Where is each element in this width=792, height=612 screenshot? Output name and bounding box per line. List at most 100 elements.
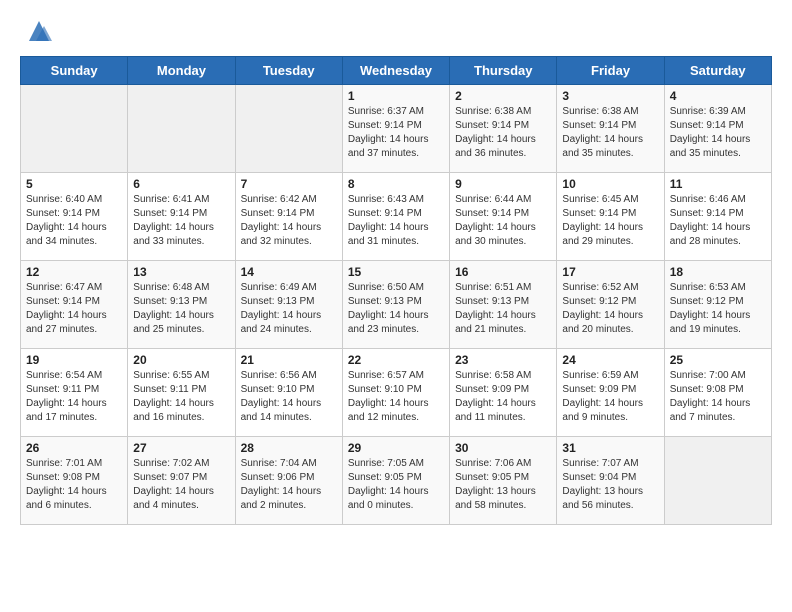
calendar-cell: 22 Sunrise: 6:57 AM Sunset: 9:10 PM Dayli…: [342, 349, 449, 437]
calendar-cell: 15 Sunrise: 6:50 AM Sunset: 9:13 PM Dayli…: [342, 261, 449, 349]
calendar-cell: 3 Sunrise: 6:38 AM Sunset: 9:14 PM Daylig…: [557, 85, 664, 173]
calendar-cell: 27 Sunrise: 7:02 AM Sunset: 9:07 PM Dayli…: [128, 437, 235, 525]
day-number: 8: [348, 177, 444, 191]
day-number: 11: [670, 177, 766, 191]
cell-text: Sunrise: 7:02 AM Sunset: 9:07 PM Dayligh…: [133, 457, 229, 513]
day-number: 10: [562, 177, 658, 191]
calendar-cell: 16Sunrise: 6:51 AM Sunset: 9:13 PM Dayli…: [450, 261, 557, 349]
cell-text: Sunrise: 7:04 AM Sunset: 9:06 PM Dayligh…: [241, 457, 337, 513]
calendar-cell: 24Sunrise: 6:59 AM Sunset: 9:09 PM Dayli…: [557, 349, 664, 437]
calendar-cell: 31 Sunrise: 7:07 AM Sunset: 9:04 PM Dayli…: [557, 437, 664, 525]
calendar-cell: 20 Sunrise: 6:55 AM Sunset: 9:11 PM Dayli…: [128, 349, 235, 437]
day-number: 25: [670, 353, 766, 367]
calendar-cell: 1Sunrise: 6:37 AM Sunset: 9:14 PM Daylig…: [342, 85, 449, 173]
cell-text: Sunrise: 6:41 AM Sunset: 9:14 PM Dayligh…: [133, 193, 229, 249]
day-number: 26: [26, 441, 122, 455]
cell-text: Sunrise: 7:05 AM Sunset: 9:05 PM Dayligh…: [348, 457, 444, 513]
weekday-header: Wednesday: [342, 57, 449, 85]
calendar-cell: 18 Sunrise: 6:53 AM Sunset: 9:12 PM Dayli…: [664, 261, 771, 349]
cell-text: Sunrise: 7:00 AM Sunset: 9:08 PM Dayligh…: [670, 369, 766, 425]
calendar-header-row: SundayMondayTuesdayWednesdayThursdayFrid…: [21, 57, 772, 85]
weekday-header: Friday: [557, 57, 664, 85]
day-number: 14: [241, 265, 337, 279]
calendar-cell: 12 Sunrise: 6:47 AM Sunset: 9:14 PM Dayli…: [21, 261, 128, 349]
cell-text: Sunrise: 6:57 AM Sunset: 9:10 PM Dayligh…: [348, 369, 444, 425]
day-number: 9: [455, 177, 551, 191]
calendar-cell: [235, 85, 342, 173]
day-number: 31: [562, 441, 658, 455]
weekday-header: Saturday: [664, 57, 771, 85]
day-number: 29: [348, 441, 444, 455]
day-number: 7: [241, 177, 337, 191]
cell-text: Sunrise: 6:40 AM Sunset: 9:14 PM Dayligh…: [26, 193, 122, 249]
calendar-cell: 4Sunrise: 6:39 AM Sunset: 9:14 PM Daylig…: [664, 85, 771, 173]
calendar-cell: 11 Sunrise: 6:46 AM Sunset: 9:14 PM Dayli…: [664, 173, 771, 261]
day-number: 5: [26, 177, 122, 191]
day-number: 27: [133, 441, 229, 455]
calendar-cell: [21, 85, 128, 173]
day-number: 30: [455, 441, 551, 455]
calendar-cell: 6Sunrise: 6:41 AM Sunset: 9:14 PM Daylig…: [128, 173, 235, 261]
cell-text: Sunrise: 6:48 AM Sunset: 9:13 PM Dayligh…: [133, 281, 229, 337]
calendar-cell: 21 Sunrise: 6:56 AM Sunset: 9:10 PM Dayli…: [235, 349, 342, 437]
cell-text: Sunrise: 6:47 AM Sunset: 9:14 PM Dayligh…: [26, 281, 122, 337]
day-number: 12: [26, 265, 122, 279]
cell-text: Sunrise: 6:50 AM Sunset: 9:13 PM Dayligh…: [348, 281, 444, 337]
day-number: 23: [455, 353, 551, 367]
calendar-week-row: 12 Sunrise: 6:47 AM Sunset: 9:14 PM Dayli…: [21, 261, 772, 349]
day-number: 2: [455, 89, 551, 103]
day-number: 21: [241, 353, 337, 367]
calendar-cell: 30Sunrise: 7:06 AM Sunset: 9:05 PM Dayli…: [450, 437, 557, 525]
calendar-cell: 19Sunrise: 6:54 AM Sunset: 9:11 PM Dayli…: [21, 349, 128, 437]
cell-text: Sunrise: 6:56 AM Sunset: 9:10 PM Dayligh…: [241, 369, 337, 425]
cell-text: Sunrise: 6:53 AM Sunset: 9:12 PM Dayligh…: [670, 281, 766, 337]
day-number: 19: [26, 353, 122, 367]
calendar-cell: 25 Sunrise: 7:00 AM Sunset: 9:08 PM Dayli…: [664, 349, 771, 437]
calendar-cell: 23Sunrise: 6:58 AM Sunset: 9:09 PM Dayli…: [450, 349, 557, 437]
cell-text: Sunrise: 6:42 AM Sunset: 9:14 PM Dayligh…: [241, 193, 337, 249]
calendar-cell: 13 Sunrise: 6:48 AM Sunset: 9:13 PM Dayli…: [128, 261, 235, 349]
calendar-cell: 17Sunrise: 6:52 AM Sunset: 9:12 PM Dayli…: [557, 261, 664, 349]
header: [20, 16, 772, 46]
page: SundayMondayTuesdayWednesdayThursdayFrid…: [0, 0, 792, 535]
calendar-cell: 5 Sunrise: 6:40 AM Sunset: 9:14 PM Daylig…: [21, 173, 128, 261]
calendar-cell: 29 Sunrise: 7:05 AM Sunset: 9:05 PM Dayli…: [342, 437, 449, 525]
cell-text: Sunrise: 6:45 AM Sunset: 9:14 PM Dayligh…: [562, 193, 658, 249]
weekday-header: Monday: [128, 57, 235, 85]
day-number: 22: [348, 353, 444, 367]
day-number: 18: [670, 265, 766, 279]
calendar-week-row: 5 Sunrise: 6:40 AM Sunset: 9:14 PM Daylig…: [21, 173, 772, 261]
cell-text: Sunrise: 6:38 AM Sunset: 9:14 PM Dayligh…: [562, 105, 658, 161]
day-number: 1: [348, 89, 444, 103]
calendar-cell: [128, 85, 235, 173]
cell-text: Sunrise: 6:49 AM Sunset: 9:13 PM Dayligh…: [241, 281, 337, 337]
day-number: 4: [670, 89, 766, 103]
weekday-header: Thursday: [450, 57, 557, 85]
cell-text: Sunrise: 6:55 AM Sunset: 9:11 PM Dayligh…: [133, 369, 229, 425]
day-number: 28: [241, 441, 337, 455]
cell-text: Sunrise: 7:07 AM Sunset: 9:04 PM Dayligh…: [562, 457, 658, 513]
calendar-cell: 7 Sunrise: 6:42 AM Sunset: 9:14 PM Daylig…: [235, 173, 342, 261]
day-number: 15: [348, 265, 444, 279]
calendar-cell: 9 Sunrise: 6:44 AM Sunset: 9:14 PM Daylig…: [450, 173, 557, 261]
calendar-cell: 14 Sunrise: 6:49 AM Sunset: 9:13 PM Dayli…: [235, 261, 342, 349]
cell-text: Sunrise: 6:52 AM Sunset: 9:12 PM Dayligh…: [562, 281, 658, 337]
day-number: 20: [133, 353, 229, 367]
weekday-header: Sunday: [21, 57, 128, 85]
cell-text: Sunrise: 6:44 AM Sunset: 9:14 PM Dayligh…: [455, 193, 551, 249]
calendar-week-row: 1Sunrise: 6:37 AM Sunset: 9:14 PM Daylig…: [21, 85, 772, 173]
logo: [20, 16, 54, 46]
day-number: 3: [562, 89, 658, 103]
calendar-week-row: 19Sunrise: 6:54 AM Sunset: 9:11 PM Dayli…: [21, 349, 772, 437]
cell-text: Sunrise: 6:59 AM Sunset: 9:09 PM Dayligh…: [562, 369, 658, 425]
cell-text: Sunrise: 6:46 AM Sunset: 9:14 PM Dayligh…: [670, 193, 766, 249]
calendar-cell: 10 Sunrise: 6:45 AM Sunset: 9:14 PM Dayli…: [557, 173, 664, 261]
day-number: 16: [455, 265, 551, 279]
day-number: 13: [133, 265, 229, 279]
cell-text: Sunrise: 7:01 AM Sunset: 9:08 PM Dayligh…: [26, 457, 122, 513]
calendar-cell: 8Sunrise: 6:43 AM Sunset: 9:14 PM Daylig…: [342, 173, 449, 261]
logo-icon: [24, 16, 54, 46]
calendar-cell: 2Sunrise: 6:38 AM Sunset: 9:14 PM Daylig…: [450, 85, 557, 173]
calendar-cell: [664, 437, 771, 525]
calendar-cell: 28 Sunrise: 7:04 AM Sunset: 9:06 PM Dayli…: [235, 437, 342, 525]
